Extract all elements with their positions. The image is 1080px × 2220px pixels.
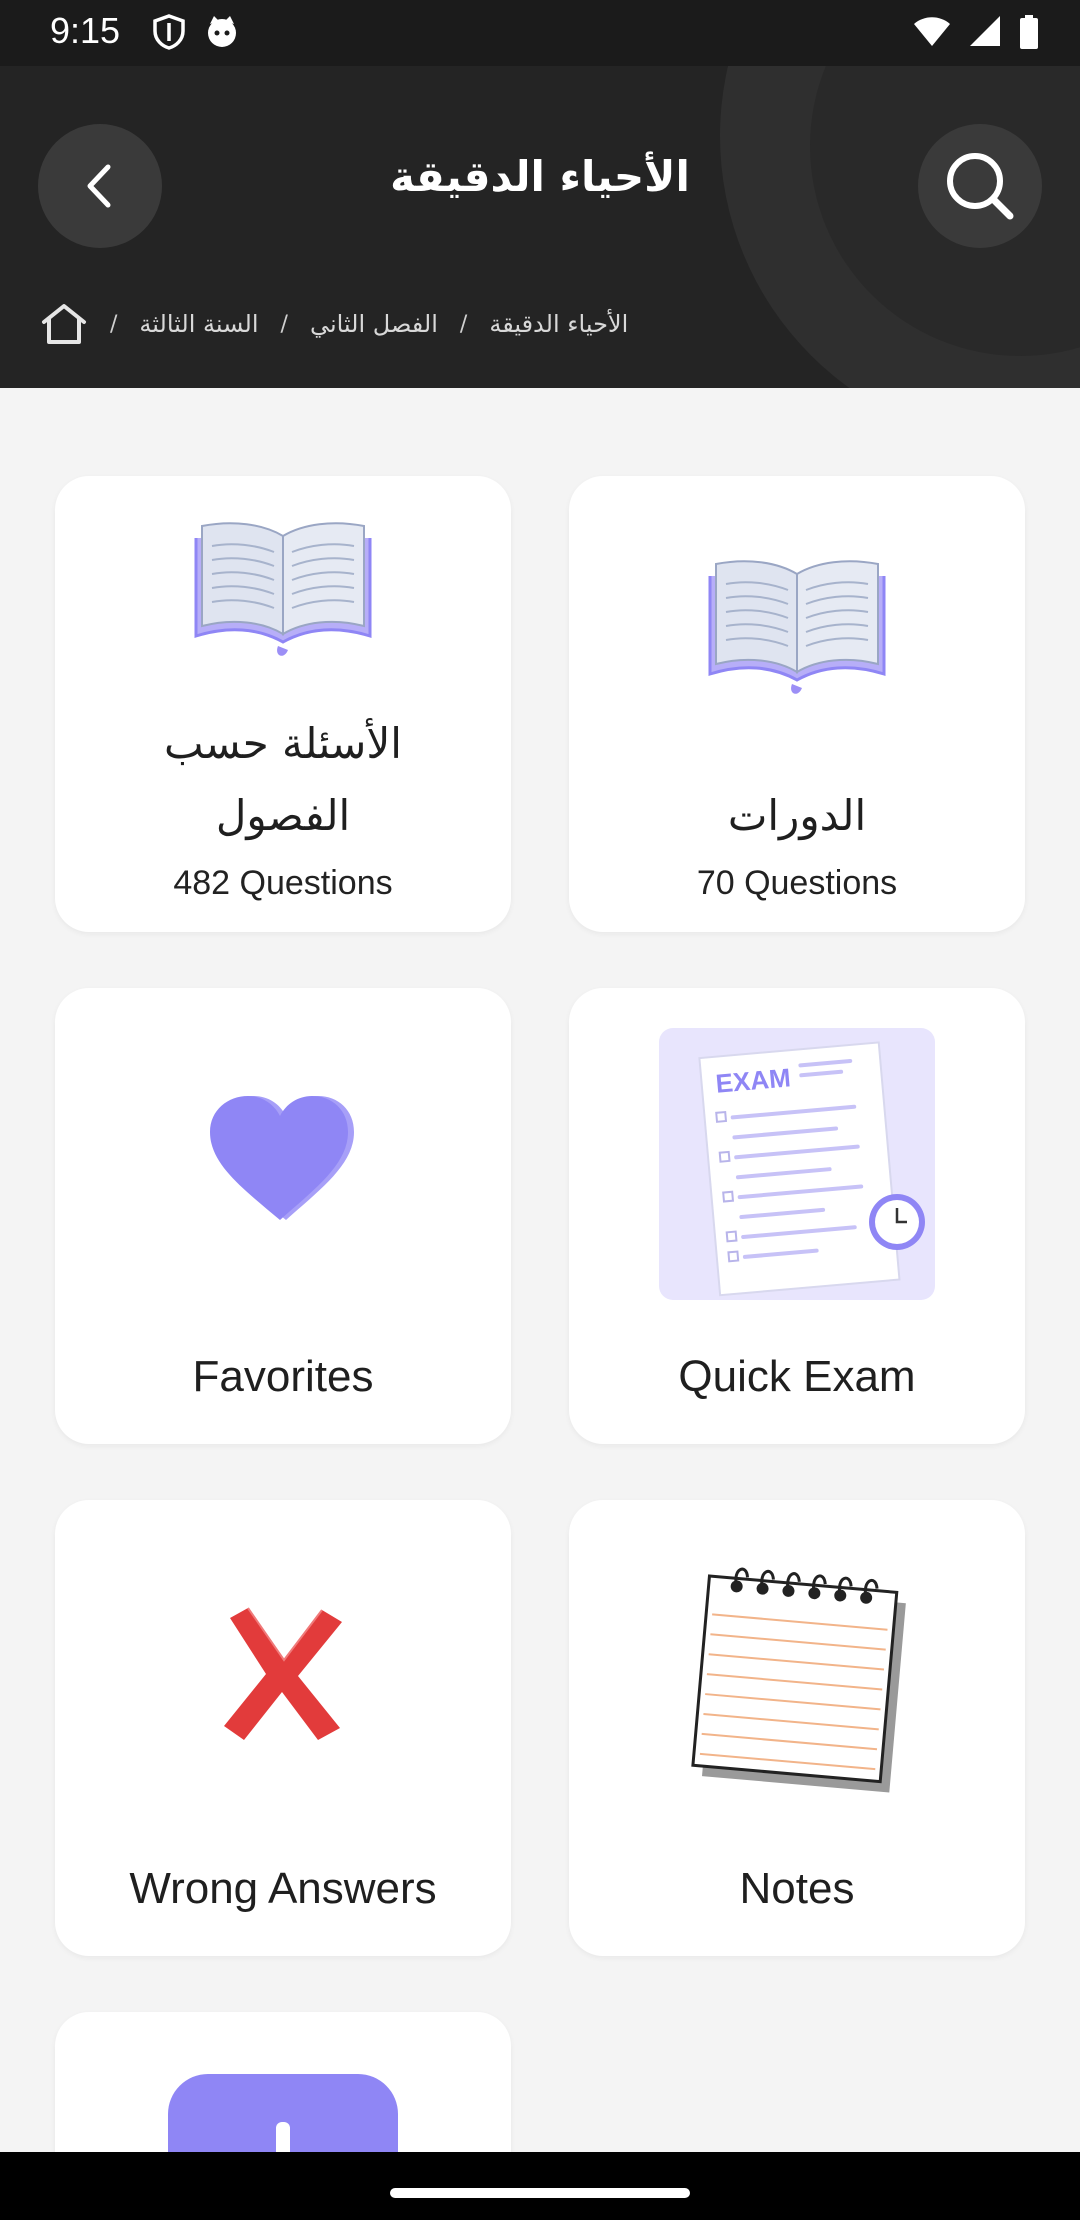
card-wrong-answers[interactable]: Wrong Answers <box>55 1500 511 1956</box>
page-header: الأحياء الدقيقة / السنة الثالثة / الفصل … <box>0 66 1080 388</box>
card-title: Quick Exam <box>678 1352 916 1401</box>
card-title: Wrong Answers <box>129 1864 437 1913</box>
system-navigation-bar <box>0 2152 1080 2220</box>
card-title: Favorites <box>192 1352 374 1401</box>
page-title: الأحياء الدقيقة <box>390 152 690 201</box>
card-favorites[interactable]: Favorites <box>55 988 511 1444</box>
card-quick-exam[interactable]: EXAM Quick Exam <box>569 988 1025 1444</box>
notepad-icon <box>569 1552 1025 1802</box>
status-bar: 9:15 <box>0 0 1080 66</box>
battery-icon <box>1020 15 1038 49</box>
card-notes[interactable]: Notes <box>569 1500 1025 1956</box>
shield-icon <box>153 14 185 50</box>
heart-icon <box>55 1092 511 1224</box>
search-button[interactable] <box>918 124 1042 248</box>
breadcrumb-separator: / <box>280 311 288 337</box>
chevron-left-icon <box>87 164 111 208</box>
card-question-count: 70 Questions <box>696 864 898 902</box>
signal-icon <box>970 16 1000 46</box>
home-indicator[interactable] <box>390 2188 690 2198</box>
card-question-count: 482 Questions <box>173 864 393 902</box>
breadcrumb-year[interactable]: السنة الثالثة <box>139 310 258 338</box>
card-title: الدورات <box>727 791 867 840</box>
card-questions-by-chapter[interactable]: الأسئلة حسب الفصول 482 Questions <box>55 476 511 932</box>
breadcrumb-separator: / <box>110 311 118 337</box>
card-title-line: الفصول <box>215 791 351 840</box>
status-notification-icons <box>152 14 240 50</box>
breadcrumb-semester[interactable]: الفصل الثاني <box>310 310 438 338</box>
card-title-line: الأسئلة حسب <box>164 719 402 768</box>
card-title: الأسئلة حسب الفصول <box>75 708 491 852</box>
breadcrumb-separator: / <box>459 311 468 337</box>
x-mark-icon <box>55 1604 511 1744</box>
breadcrumb-subject[interactable]: الأحياء الدقيقة <box>489 310 628 338</box>
exam-paper-icon: EXAM <box>569 1028 1025 1300</box>
open-book-icon <box>569 556 1025 698</box>
cat-face-icon <box>208 16 236 47</box>
wifi-icon <box>914 17 950 46</box>
open-book-icon <box>55 518 511 660</box>
home-icon[interactable] <box>40 302 88 346</box>
card-title: Notes <box>739 1864 855 1913</box>
breadcrumb: / السنة الثالثة / الفصل الثاني / الأحياء… <box>40 302 628 346</box>
search-icon <box>947 153 1014 220</box>
back-button[interactable] <box>38 124 162 248</box>
card-courses[interactable]: الدورات 70 Questions <box>569 476 1025 932</box>
status-system-icons <box>912 14 1040 50</box>
status-time: 9:15 <box>50 10 121 51</box>
